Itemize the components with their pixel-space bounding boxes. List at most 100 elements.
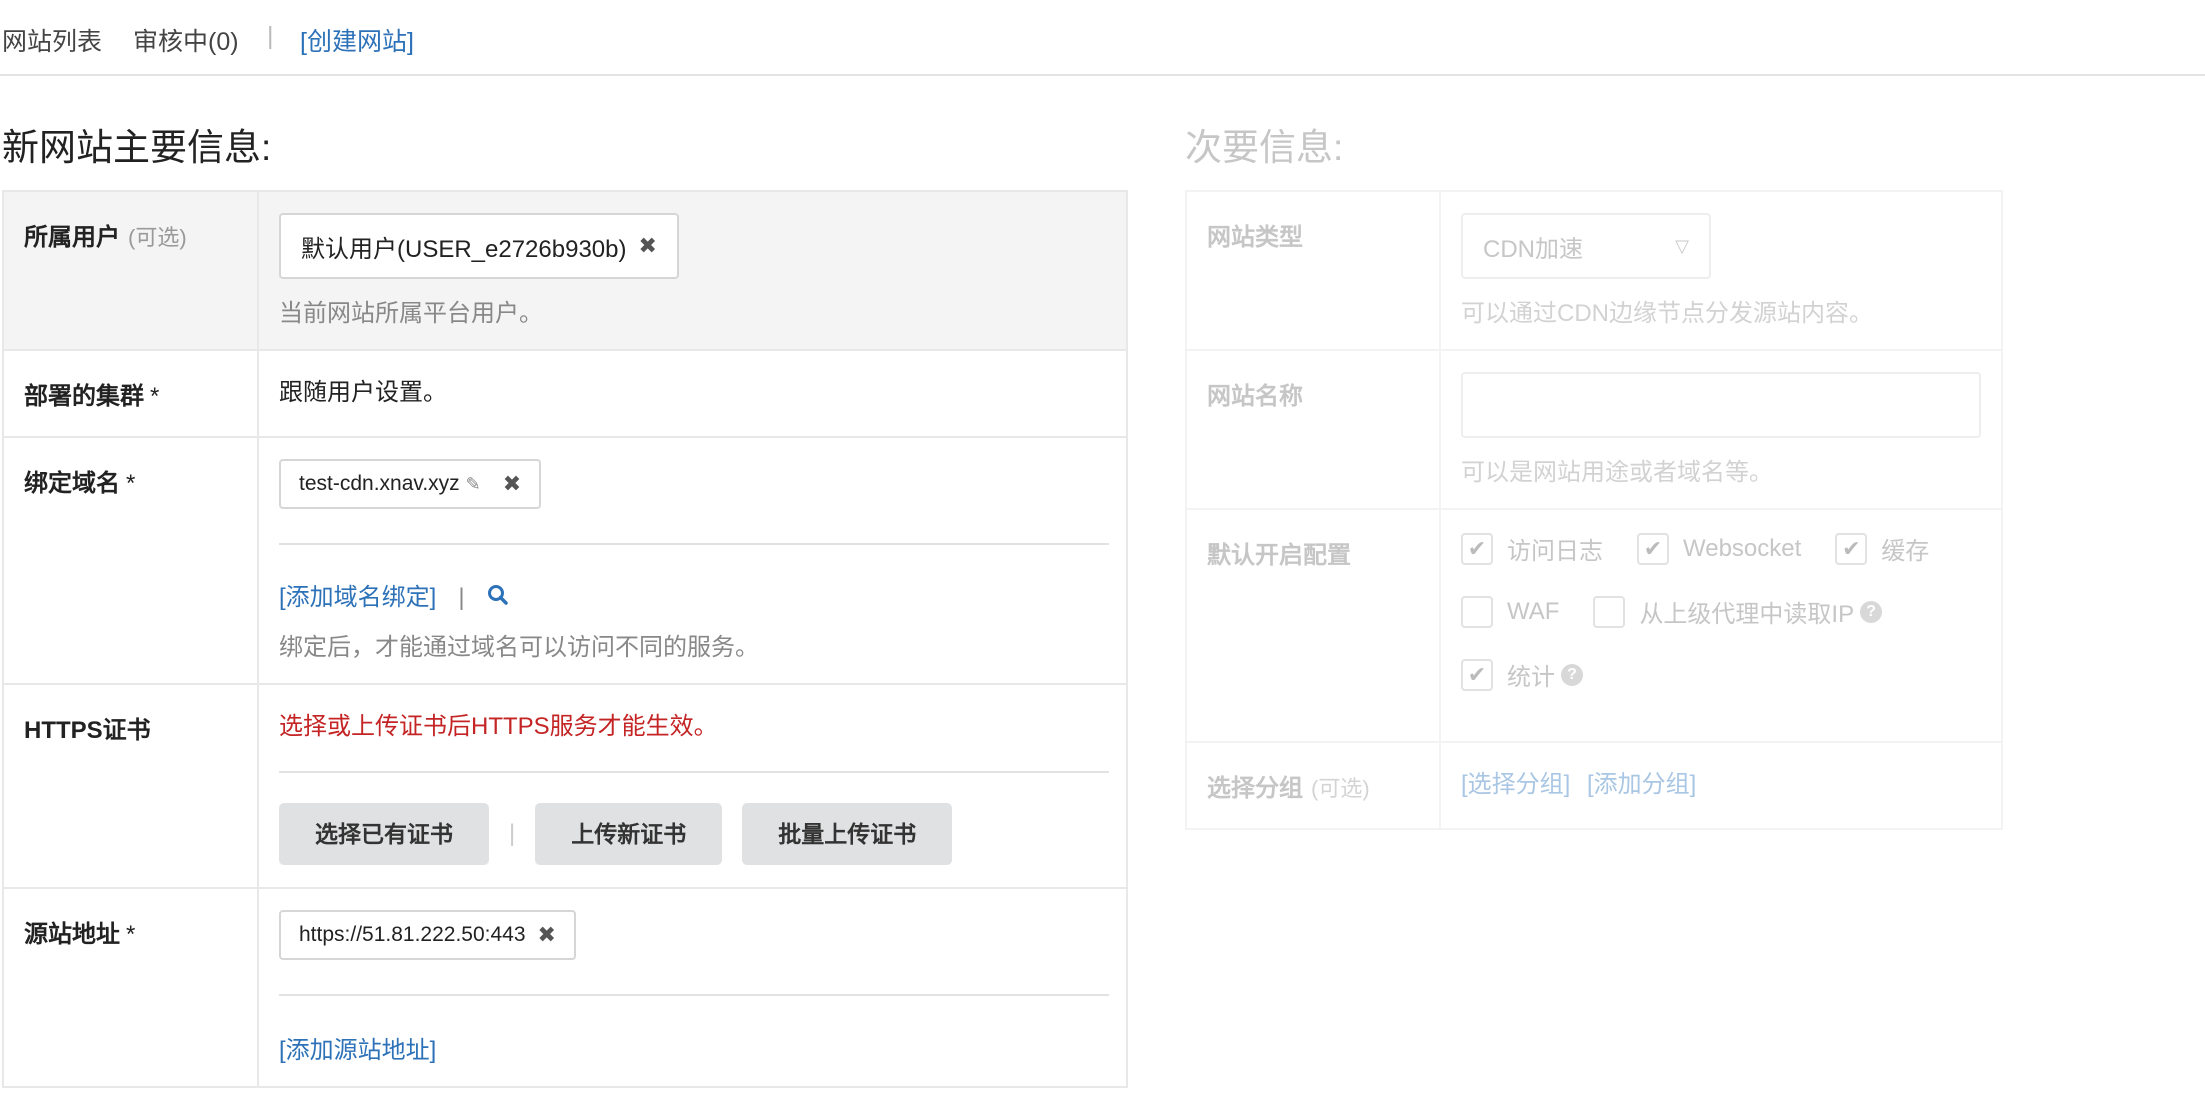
secondary-info-heading: 次要信息: bbox=[1185, 127, 1344, 168]
stats-label: 统计 bbox=[1507, 664, 1555, 691]
site-type-help: 可以通过CDN边缘节点分发源站内容。 bbox=[1461, 300, 1873, 327]
websocket-label: Websocket bbox=[1683, 534, 1802, 562]
origin-required-mark: * bbox=[126, 921, 136, 949]
group-optional-hint: (可选) bbox=[1311, 776, 1370, 801]
upload-cert-button[interactable]: 上传新证书 bbox=[535, 803, 723, 866]
origin-divider bbox=[279, 994, 1109, 997]
https-label-cell: HTTPS证书 bbox=[2, 683, 259, 890]
site-name-value-cell: 可以是网站用途或者域名等。 bbox=[1439, 349, 2003, 510]
https-warning: 选择或上传证书后HTTPS服务才能生效。 bbox=[279, 713, 718, 741]
user-remove-icon[interactable]: ✖ bbox=[639, 233, 657, 259]
top-tab-bar: 网站列表 审核中(0) | [创建网站] bbox=[0, 0, 2205, 76]
origin-remove-icon[interactable]: ✖ bbox=[538, 922, 556, 948]
domain-value: test-cdn.xnav.xyz bbox=[299, 472, 460, 495]
group-label-cell: 选择分组 (可选) bbox=[1185, 741, 1441, 830]
domain-divider bbox=[279, 543, 1109, 545]
stats-checkbox[interactable]: ✔ 统计? bbox=[1461, 657, 1583, 692]
websocket-checkbox[interactable]: ✔ Websocket bbox=[1637, 532, 1802, 565]
domain-remove-icon[interactable]: ✖ bbox=[503, 471, 521, 497]
origin-tag: https://51.81.222.50:443 ✖ bbox=[279, 910, 576, 961]
select-cert-button[interactable]: 选择已有证书 bbox=[279, 803, 489, 866]
https-value-cell: 选择或上传证书后HTTPS服务才能生效。 选择已有证书 | 上传新证书 批量上传证书 bbox=[257, 683, 1128, 890]
site-name-input[interactable] bbox=[1461, 372, 1981, 438]
row-group: 选择分组 (可选) [选择分组] [添加分组] bbox=[1185, 741, 2003, 830]
tab-create-site[interactable]: [创建网站] bbox=[300, 22, 414, 58]
cluster-value: 跟随用户设置。 bbox=[279, 379, 447, 406]
batch-upload-cert-button[interactable]: 批量上传证书 bbox=[742, 803, 953, 866]
user-optional-hint: (可选) bbox=[128, 225, 187, 250]
https-btn-separator: | bbox=[509, 820, 516, 848]
domain-value-cell: test-cdn.xnav.xyz ✎ ✖ [添加域名绑定] | 绑定后，才能通过… bbox=[257, 435, 1128, 686]
row-https: HTTPS证书 选择或上传证书后HTTPS服务才能生效。 选择已有证书 | 上传新证… bbox=[2, 683, 1128, 890]
origin-value-cell: https://51.81.222.50:443 ✖ [添加源站地址] bbox=[257, 887, 1128, 1089]
pencil-icon[interactable]: ✎ bbox=[466, 474, 481, 495]
check-icon: ✔ bbox=[1637, 532, 1669, 565]
user-value: 默认用户(USER_e2726b930b) bbox=[301, 235, 627, 263]
cluster-required-mark: * bbox=[150, 383, 160, 410]
select-group-link[interactable]: [选择分组] bbox=[1461, 771, 1570, 798]
site-name-help: 可以是网站用途或者域名等。 bbox=[1461, 459, 1773, 486]
add-origin-link[interactable]: [添加源站地址] bbox=[279, 1030, 1106, 1065]
site-name-label-cell: 网站名称 bbox=[1185, 349, 1441, 510]
access-log-checkbox[interactable]: ✔ 访问日志 bbox=[1461, 531, 1603, 566]
https-divider bbox=[279, 771, 1109, 774]
group-value-cell: [选择分组] [添加分组] bbox=[1439, 741, 2003, 830]
defaults-value-cell: ✔ 访问日志 ✔ Websocket ✔ 缓存 WAF 从上级代理中读取IP? ✔ 统计… bbox=[1439, 508, 2003, 743]
read-ip-label: 从上级代理中读取IP bbox=[1639, 601, 1855, 628]
defaults-label: 默认开启配置 bbox=[1207, 542, 1351, 569]
empty-checkbox-box bbox=[1593, 595, 1626, 628]
https-label: HTTPS证书 bbox=[24, 717, 151, 745]
site-name-label: 网站名称 bbox=[1207, 383, 1303, 410]
row-defaults: 默认开启配置 ✔ 访问日志 ✔ Websocket ✔ 缓存 WAF 从上级代理中读取… bbox=[1185, 508, 2003, 743]
user-value-cell: 默认用户(USER_e2726b930b) ✖ 当前网站所属平台用户。 bbox=[257, 190, 1128, 351]
domain-help: 绑定后，才能通过域名可以访问不同的服务。 bbox=[279, 634, 759, 662]
origin-value: https://51.81.222.50:443 bbox=[299, 923, 526, 947]
site-type-label: 网站类型 bbox=[1207, 224, 1303, 251]
empty-checkbox-box bbox=[1461, 595, 1493, 628]
domain-required-mark: * bbox=[126, 470, 136, 497]
access-log-label: 访问日志 bbox=[1507, 538, 1603, 565]
cluster-value-cell: 跟随用户设置。 bbox=[257, 349, 1128, 438]
tab-separator: | bbox=[267, 22, 274, 50]
chevron-down-icon: ▽ bbox=[1675, 235, 1689, 256]
origin-label: 源站地址 bbox=[24, 921, 120, 949]
group-label: 选择分组 bbox=[1207, 775, 1303, 802]
read-ip-checkbox[interactable]: 从上级代理中读取IP? bbox=[1593, 594, 1883, 629]
check-icon: ✔ bbox=[1835, 532, 1868, 565]
waf-label: WAF bbox=[1507, 597, 1560, 625]
origin-label-cell: 源站地址 * bbox=[2, 887, 259, 1089]
row-site-type: 网站类型 CDN加速 ▽ 可以通过CDN边缘节点分发源站内容。 bbox=[1185, 190, 2003, 351]
user-label-cell: 所属用户 (可选) bbox=[2, 190, 259, 351]
main-info-heading: 新网站主要信息: bbox=[2, 127, 272, 168]
cluster-label-cell: 部署的集群 * bbox=[2, 349, 259, 438]
tab-reviewing[interactable]: 审核中(0) bbox=[133, 22, 239, 58]
cache-label: 缓存 bbox=[1881, 538, 1930, 565]
check-icon: ✔ bbox=[1461, 532, 1493, 565]
add-domain-link[interactable]: [添加域名绑定] bbox=[279, 584, 436, 611]
user-selector[interactable]: 默认用户(USER_e2726b930b) ✖ bbox=[279, 213, 679, 279]
user-label: 所属用户 bbox=[24, 224, 120, 251]
domain-separator: | bbox=[458, 584, 465, 611]
user-help: 当前网站所属平台用户。 bbox=[279, 300, 543, 327]
main-info-table: 所属用户 (可选) 默认用户(USER_e2726b930b) ✖ 当前网站所属平… bbox=[2, 190, 1128, 1089]
row-cluster: 部署的集群 * 跟随用户设置。 bbox=[2, 349, 1128, 438]
domain-tag: test-cdn.xnav.xyz ✎ ✖ bbox=[279, 459, 542, 509]
check-icon: ✔ bbox=[1461, 658, 1493, 691]
search-icon[interactable] bbox=[487, 584, 509, 613]
site-type-select[interactable]: CDN加速 ▽ bbox=[1461, 213, 1711, 279]
row-origin: 源站地址 * https://51.81.222.50:443 ✖ [添加源站地址… bbox=[2, 887, 1128, 1089]
cluster-label: 部署的集群 bbox=[24, 383, 144, 410]
waf-checkbox[interactable]: WAF bbox=[1461, 595, 1560, 628]
site-type-value: CDN加速 bbox=[1483, 235, 1583, 263]
secondary-info-table: 网站类型 CDN加速 ▽ 可以通过CDN边缘节点分发源站内容。 网站名称 可以是… bbox=[1185, 190, 2003, 830]
question-icon[interactable]: ? bbox=[1561, 663, 1583, 686]
row-site-name: 网站名称 可以是网站用途或者域名等。 bbox=[1185, 349, 2003, 510]
domain-label: 绑定域名 bbox=[24, 470, 120, 497]
add-group-link[interactable]: [添加分组] bbox=[1587, 771, 1696, 798]
cache-checkbox[interactable]: ✔ 缓存 bbox=[1835, 531, 1929, 566]
defaults-label-cell: 默认开启配置 bbox=[1185, 508, 1441, 743]
row-domain: 绑定域名 * test-cdn.xnav.xyz ✎ ✖ [添加域名绑定] | 绑定… bbox=[2, 435, 1128, 686]
tab-site-list[interactable]: 网站列表 bbox=[2, 22, 102, 58]
site-type-label-cell: 网站类型 bbox=[1185, 190, 1441, 351]
question-icon[interactable]: ? bbox=[1860, 600, 1883, 623]
